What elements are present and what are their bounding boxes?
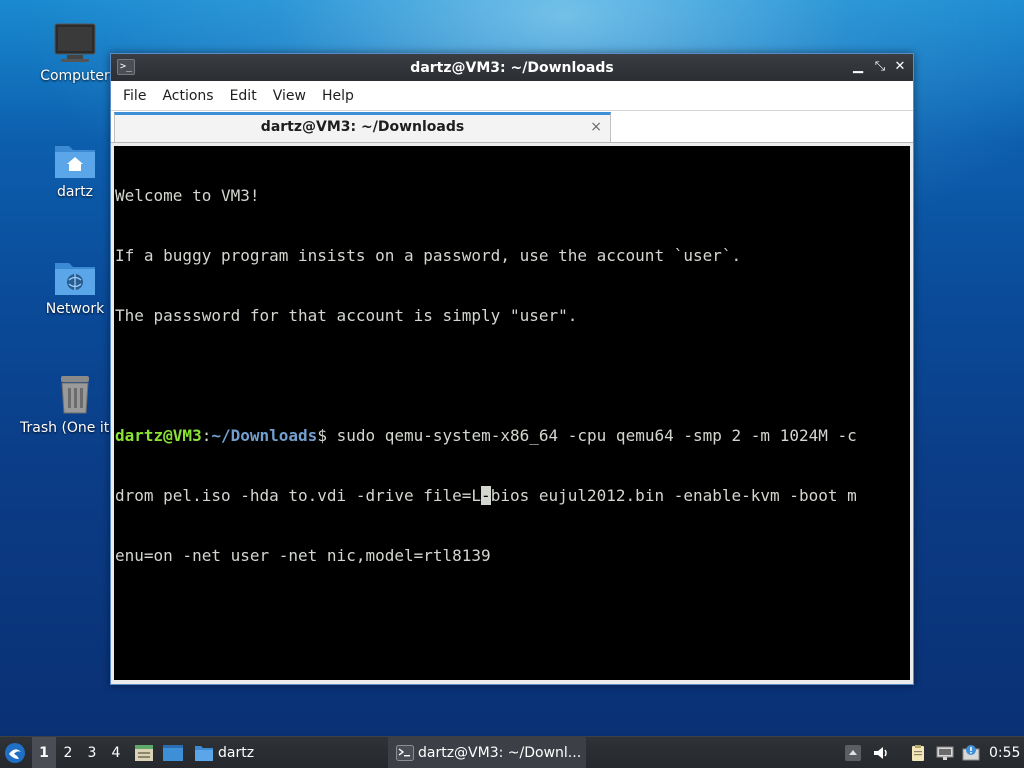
start-menu-button[interactable] — [4, 737, 30, 768]
prompt-separator: : — [201, 426, 212, 445]
taskbar: 1 2 3 4 dartz dartz@VM3: ~/Downl... 0:55 — [0, 736, 1024, 768]
launcher-file-manager[interactable]: dartz — [194, 737, 264, 768]
tab-downloads[interactable]: dartz@VM3: ~/Downloads × — [114, 112, 611, 142]
home-folder-icon — [55, 146, 95, 178]
show-desktop-icon — [135, 745, 153, 761]
clipboard-icon[interactable] — [908, 744, 928, 762]
terminal-command-wrap: enu=on -net user -net nic,model=rtl8139 — [115, 546, 491, 565]
menu-view[interactable]: View — [265, 81, 314, 111]
computer-icon — [54, 23, 96, 62]
menu-file[interactable]: File — [115, 81, 154, 111]
terminal-command-line: dartz@VM3:~/Downloads$ sudo qemu-system-… — [115, 426, 910, 446]
workspace-4[interactable]: 4 — [104, 737, 128, 768]
tray-arrow-icon[interactable] — [844, 744, 862, 762]
network-folder-icon — [55, 263, 95, 295]
prompt-path: ~/Downloads — [211, 426, 318, 445]
minimize-icon[interactable]: ▁ — [849, 58, 867, 76]
update-notifier-icon[interactable] — [961, 744, 981, 762]
terminal-icon — [396, 745, 414, 761]
workspace-2[interactable]: 2 — [56, 737, 80, 768]
volume-icon[interactable] — [872, 744, 890, 762]
menu-help[interactable]: Help — [314, 81, 362, 111]
app-menu-icon — [5, 743, 25, 763]
tab-close-icon[interactable]: × — [590, 115, 602, 139]
tab-label: dartz@VM3: ~/Downloads — [260, 119, 465, 135]
tab-bar: dartz@VM3: ~/Downloads × — [111, 111, 913, 143]
window-title: dartz@VM3: ~/Downloads — [410, 59, 614, 76]
taskbar-task-terminal[interactable]: dartz@VM3: ~/Downl... — [388, 737, 586, 768]
desktop-icon-label: Trash (One ite — [20, 420, 112, 436]
network-icon[interactable] — [935, 744, 955, 762]
terminal-line: The passsword for that account is simply… — [115, 306, 578, 325]
terminal-command-wrap: drom pel.iso -hda to.vdi -drive file=L-b… — [115, 486, 910, 506]
command-text: bios eujul2012.bin -enable-kvm -boot m — [490, 486, 857, 505]
workspace-3[interactable]: 3 — [80, 737, 104, 768]
terminal-line: Welcome to VM3! — [115, 186, 260, 205]
terminal-app-icon: >_ — [117, 59, 135, 75]
window-icon — [163, 745, 183, 761]
launcher-label: dartz — [218, 745, 255, 761]
command-text: drom pel.iso -hda to.vdi -drive file=L — [115, 486, 482, 505]
close-icon[interactable]: ✕ — [891, 58, 909, 76]
menu-bar: File Actions Edit View Help — [111, 81, 913, 111]
window-titlebar[interactable]: >_ dartz@VM3: ~/Downloads ▁ ⤡ ✕ — [111, 54, 913, 81]
clock[interactable]: 0:55 — [989, 737, 1023, 768]
command-text: sudo qemu-system-x86_64 -cpu qemu64 -smp… — [336, 426, 857, 445]
workspace-1[interactable]: 1 — [32, 737, 56, 768]
terminal-window: >_ dartz@VM3: ~/Downloads ▁ ⤡ ✕ File Act… — [110, 53, 914, 685]
trash-icon — [61, 376, 89, 414]
menu-actions[interactable]: Actions — [154, 81, 221, 111]
launcher-window[interactable] — [162, 737, 184, 768]
maximize-icon[interactable]: ⤡ — [871, 58, 889, 76]
task-label: dartz@VM3: ~/Downl... — [418, 745, 582, 761]
text-cursor: - — [481, 486, 491, 505]
prompt-end: $ — [317, 426, 337, 445]
folder-icon — [195, 746, 213, 761]
terminal-output[interactable]: Welcome to VM3! If a buggy program insis… — [114, 146, 910, 680]
prompt-user: dartz@VM3 — [115, 426, 202, 445]
menu-edit[interactable]: Edit — [222, 81, 265, 111]
show-desktop-button[interactable] — [134, 737, 154, 768]
terminal-line: If a buggy program insists on a password… — [115, 246, 742, 265]
